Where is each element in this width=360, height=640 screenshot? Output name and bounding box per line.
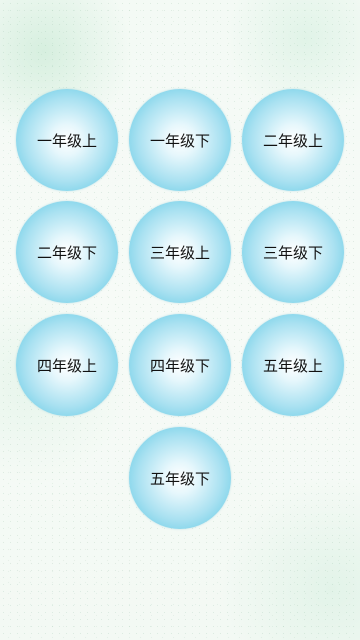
grade-button-2a[interactable]: 二年级上 bbox=[242, 89, 344, 191]
grade-selection-grid: 一年级上 一年级下 二年级上 二年级下 三年级上 三年级下 四年级上 四年级下 … bbox=[0, 0, 360, 640]
grade-button-5a[interactable]: 五年级上 bbox=[242, 314, 344, 416]
grade-button-4a[interactable]: 四年级上 bbox=[16, 314, 118, 416]
grade-button-4b[interactable]: 四年级下 bbox=[129, 314, 231, 416]
grade-button-1b[interactable]: 一年级下 bbox=[129, 89, 231, 191]
grade-label: 五年级下 bbox=[149, 469, 210, 488]
grade-label: 四年级上 bbox=[36, 356, 97, 375]
grade-button-3b[interactable]: 三年级下 bbox=[242, 201, 344, 303]
grade-button-1a[interactable]: 一年级上 bbox=[16, 89, 118, 191]
grade-label: 三年级上 bbox=[149, 243, 210, 262]
grade-label: 一年级下 bbox=[149, 131, 210, 150]
grade-label: 二年级下 bbox=[36, 243, 97, 262]
grade-button-5b[interactable]: 五年级下 bbox=[129, 427, 231, 529]
grade-button-2b[interactable]: 二年级下 bbox=[16, 201, 118, 303]
grade-button-3a[interactable]: 三年级上 bbox=[129, 201, 231, 303]
grade-label: 三年级下 bbox=[262, 243, 323, 262]
grade-label: 二年级上 bbox=[262, 131, 323, 150]
grade-label: 一年级上 bbox=[36, 131, 97, 150]
grade-label: 五年级上 bbox=[262, 356, 323, 375]
grade-label: 四年级下 bbox=[149, 356, 210, 375]
